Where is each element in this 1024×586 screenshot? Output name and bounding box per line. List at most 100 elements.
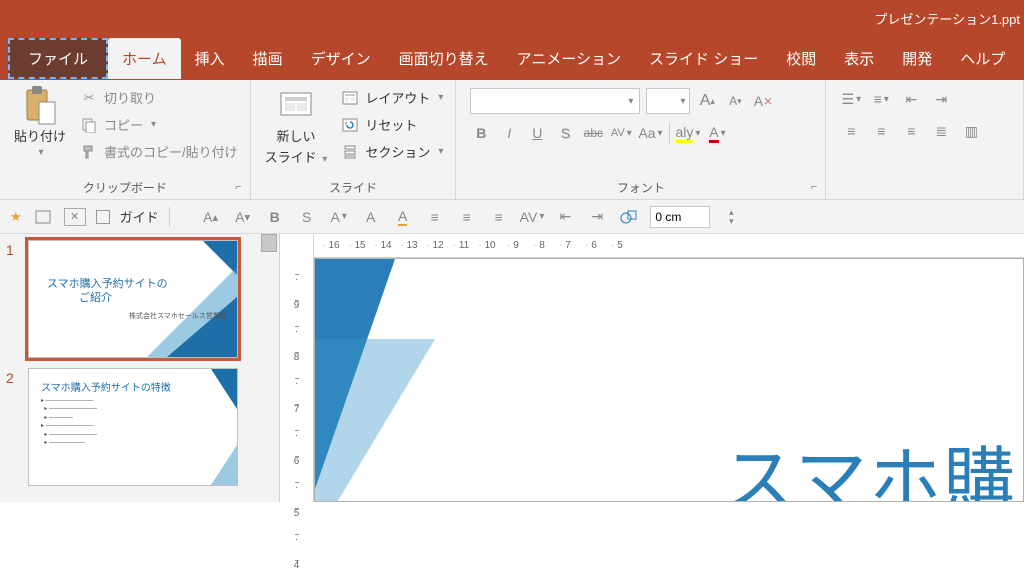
measure-input[interactable] <box>650 206 710 228</box>
group-clipboard: 貼り付け ▾ ✂ 切り取り コピー▾ 書式のコ <box>0 80 251 199</box>
columns-button[interactable]: ▥ <box>960 120 982 142</box>
underline-button[interactable]: U <box>526 122 548 144</box>
brush-icon <box>80 143 98 161</box>
qat-bold[interactable]: B <box>264 206 286 228</box>
layout-icon <box>341 89 359 107</box>
qat-outline[interactable]: A <box>360 206 382 228</box>
slide-thumb-1[interactable]: 1 スマホ購入予約サイトの ご紹介 株式会社スマホセールス営業部 <box>6 240 273 358</box>
bullets-button[interactable]: ☰▾ <box>840 88 862 110</box>
tab-slideshow[interactable]: スライド ショー <box>635 38 772 79</box>
font-name-combo[interactable]: ▾ <box>470 88 640 114</box>
guide-checkbox[interactable] <box>96 210 110 224</box>
font-group-label: フォント <box>617 179 665 196</box>
reset-label: リセット <box>365 115 417 134</box>
chevron-down-icon: ▾ <box>38 147 43 158</box>
align-center-button[interactable]: ≡ <box>870 120 892 142</box>
tab-review[interactable]: 校閲 <box>772 38 830 79</box>
qat-align-r[interactable]: ≡ <box>488 206 510 228</box>
tab-design[interactable]: デザイン <box>297 38 385 79</box>
slide-thumb-2[interactable]: 2 スマホ購入予約サイトの特徴 ▸ ―――――――― ▸ ―――――――― ▸ … <box>6 368 273 486</box>
paste-label: 貼り付け <box>14 126 66 145</box>
qat-spacing[interactable]: AV▾ <box>520 206 545 228</box>
thumb2-title: スマホ購入予約サイトの特徴 <box>41 379 171 394</box>
copy-button[interactable]: コピー▾ <box>76 113 242 136</box>
copy-label: コピー <box>104 115 143 134</box>
justify-button[interactable]: ≣ <box>930 120 952 142</box>
group-slides: 新しい スライド ▾ レイアウト▾ リセット セクション▾ スライド <box>251 80 457 199</box>
tab-transitions[interactable]: 画面切り替え <box>385 38 503 79</box>
thumb1-sub: 株式会社スマホセールス営業部 <box>129 311 227 321</box>
char-spacing-button[interactable]: AV▾ <box>610 122 632 144</box>
slides-group-label: スライド <box>329 179 377 196</box>
italic-button[interactable]: I <box>498 122 520 144</box>
slide-canvas[interactable]: スマホ購 <box>314 258 1024 502</box>
section-label: セクション <box>365 142 430 161</box>
slide-thumbnail-panel: 1 スマホ購入予約サイトの ご紹介 株式会社スマホセールス営業部 2 スマホ購入… <box>0 234 280 502</box>
qat-close-icon[interactable]: ✕ <box>64 208 86 226</box>
qat-shape-icon[interactable] <box>618 206 640 228</box>
section-button[interactable]: セクション▾ <box>337 140 447 163</box>
align-right-button[interactable]: ≡ <box>900 120 922 142</box>
tab-home[interactable]: ホーム <box>108 38 181 79</box>
slide-canvas-area: 1615141312111098765 スマホ購 <box>314 234 1024 502</box>
document-title: プレゼンテーション1.ppt <box>874 9 1020 28</box>
ribbon-tabs: ファイル ホーム 挿入 描画 デザイン 画面切り替え アニメーション スライド … <box>0 36 1024 80</box>
new-slide-label-1: 新しい <box>276 126 315 145</box>
qat-indent-l[interactable]: ⇤ <box>554 206 576 228</box>
paste-button[interactable]: 貼り付け ▾ <box>8 84 72 162</box>
indent-right-button[interactable]: ⇥ <box>930 88 952 110</box>
tab-file[interactable]: ファイル <box>8 38 108 79</box>
star-icon[interactable]: ★ <box>10 209 22 225</box>
shrink-font-button[interactable]: A▾ <box>724 90 746 112</box>
grow-font-button[interactable]: A▴ <box>696 90 718 112</box>
qat-shadow[interactable]: S <box>296 206 318 228</box>
align-left-button[interactable]: ≡ <box>840 120 862 142</box>
strike-button[interactable]: abc <box>582 122 604 144</box>
tab-draw[interactable]: 描画 <box>239 38 297 79</box>
qat-icon-1[interactable] <box>32 206 54 228</box>
qat-align-c[interactable]: ≡ <box>456 206 478 228</box>
qat-color[interactable]: A▾ <box>328 206 350 228</box>
cut-label: 切り取り <box>104 88 156 107</box>
change-case-button[interactable]: Aa▾ <box>638 122 662 144</box>
indent-left-button[interactable]: ⇤ <box>900 88 922 110</box>
tab-insert[interactable]: 挿入 <box>181 38 239 79</box>
scrollbar-thumb[interactable] <box>261 234 277 252</box>
new-slide-icon <box>278 88 314 124</box>
reset-button[interactable]: リセット <box>337 113 447 136</box>
tab-help[interactable]: ヘルプ <box>946 38 1019 79</box>
shadow-button[interactable]: S <box>554 122 576 144</box>
qat-font-shrink[interactable]: A▾ <box>232 206 254 228</box>
qat-indent-r[interactable]: ⇥ <box>586 206 608 228</box>
highlight-button[interactable]: aly▾ <box>676 122 701 144</box>
new-slide-button[interactable]: 新しい スライド ▾ <box>259 84 334 170</box>
thumb2-body: ▸ ―――――――― ▸ ―――――――― ▸ ――――▸ ―――――――― ▸… <box>41 397 97 447</box>
copy-icon <box>80 116 98 134</box>
tab-view[interactable]: 表示 <box>830 38 888 79</box>
scissors-icon: ✂ <box>80 89 98 107</box>
bold-button[interactable]: B <box>470 122 492 144</box>
group-font: ▾ ▾ A▴ A▾ A⨯ B I U S abc AV▾ Aa▾ aly▾ A▾… <box>456 80 826 199</box>
cut-button[interactable]: ✂ 切り取り <box>76 86 242 109</box>
layout-button[interactable]: レイアウト▾ <box>337 86 447 109</box>
qat-effect[interactable]: A <box>392 206 414 228</box>
slide-number: 2 <box>6 368 20 486</box>
workspace: 1 スマホ購入予約サイトの ご紹介 株式会社スマホセールス営業部 2 スマホ購入… <box>0 234 1024 502</box>
clear-format-button[interactable]: A⨯ <box>752 90 774 112</box>
dialog-launcher-icon[interactable]: ⌐ <box>811 181 817 193</box>
quick-access-row: ★ ✕ ガイド A▴ A▾ B S A▾ A A ≡ ≡ ≡ AV▾ ⇤ ⇥ ▴… <box>0 200 1024 234</box>
qat-font-grow[interactable]: A▴ <box>200 206 222 228</box>
format-painter-button[interactable]: 書式のコピー/貼り付け <box>76 140 242 163</box>
tab-animations[interactable]: アニメーション <box>503 38 635 79</box>
qat-align-l[interactable]: ≡ <box>424 206 446 228</box>
font-size-combo[interactable]: ▾ <box>646 88 690 114</box>
tab-developer[interactable]: 開発 <box>888 38 946 79</box>
stepper-up[interactable]: ▴▾ <box>720 206 742 228</box>
title-bar: プレゼンテーション1.ppt <box>0 0 1024 36</box>
numbering-button[interactable]: ≡▾ <box>870 88 892 110</box>
dialog-launcher-icon[interactable]: ⌐ <box>235 181 241 193</box>
slide-title-text: スマホ購 <box>723 422 1017 502</box>
clipboard-group-label: クリップボード <box>83 179 167 196</box>
section-icon <box>341 143 359 161</box>
font-color-button[interactable]: A▾ <box>706 122 728 144</box>
